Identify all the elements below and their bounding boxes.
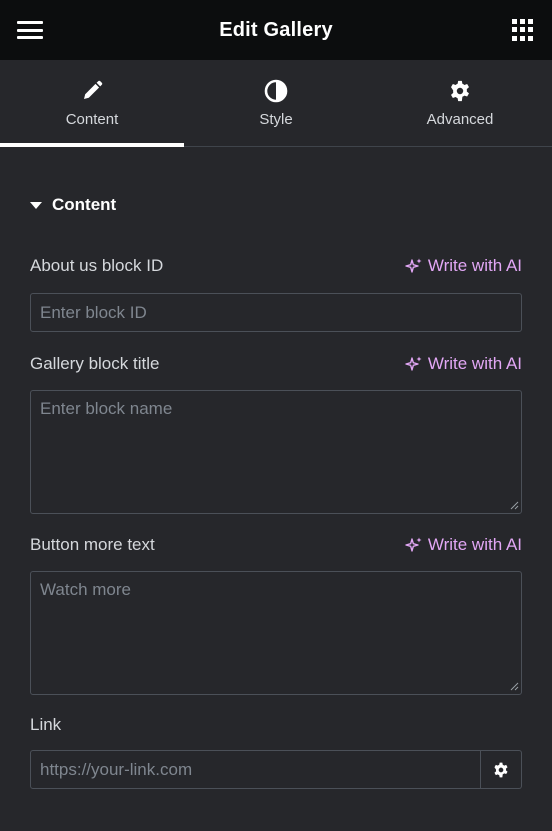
block-id-input[interactable] — [30, 293, 522, 332]
tab-label: Content — [65, 111, 119, 128]
button-text-textarea[interactable] — [30, 571, 522, 695]
page-title: Edit Gallery — [219, 18, 333, 41]
field-label-gallery-title: Gallery block title — [30, 354, 160, 373]
write-with-ai-button[interactable]: Write with AI — [405, 256, 522, 276]
ai-label: Write with AI — [427, 354, 522, 373]
tab-advanced[interactable]: Advanced — [368, 60, 552, 146]
ai-label: Write with AI — [427, 256, 522, 275]
write-with-ai-button[interactable]: Write with AI — [405, 535, 522, 555]
half-circle-icon — [264, 78, 288, 104]
resize-handle-icon[interactable] — [509, 500, 519, 510]
section-toggle-content[interactable]: Content — [30, 195, 116, 215]
field-label-block-id: About us block ID — [30, 256, 164, 275]
field-label-button-text: Button more text — [30, 535, 155, 554]
link-options-button[interactable] — [481, 750, 522, 789]
sparkle-icon — [405, 258, 422, 273]
section-title: Content — [52, 195, 117, 214]
tab-content[interactable]: Content — [0, 60, 184, 147]
field-label-link: Link — [30, 715, 62, 734]
tab-bar: Content Style Advanced — [0, 60, 552, 147]
link-input[interactable] — [30, 750, 481, 789]
ai-label: Write with AI — [427, 535, 522, 554]
gear-icon — [494, 762, 508, 777]
pencil-icon — [81, 78, 103, 104]
gallery-title-textarea[interactable] — [30, 390, 522, 514]
caret-down-icon — [30, 201, 42, 209]
tab-label: Advanced — [426, 111, 494, 128]
gear-icon — [449, 78, 471, 104]
sparkle-icon — [405, 537, 422, 552]
write-with-ai-button[interactable]: Write with AI — [405, 354, 522, 374]
tab-label: Style — [259, 111, 293, 128]
tab-style[interactable]: Style — [184, 60, 368, 146]
sparkle-icon — [405, 356, 422, 371]
hamburger-icon[interactable] — [16, 18, 44, 42]
panel-header: Edit Gallery — [0, 0, 552, 60]
grid-icon[interactable] — [512, 19, 534, 41]
resize-handle-icon[interactable] — [509, 681, 519, 691]
